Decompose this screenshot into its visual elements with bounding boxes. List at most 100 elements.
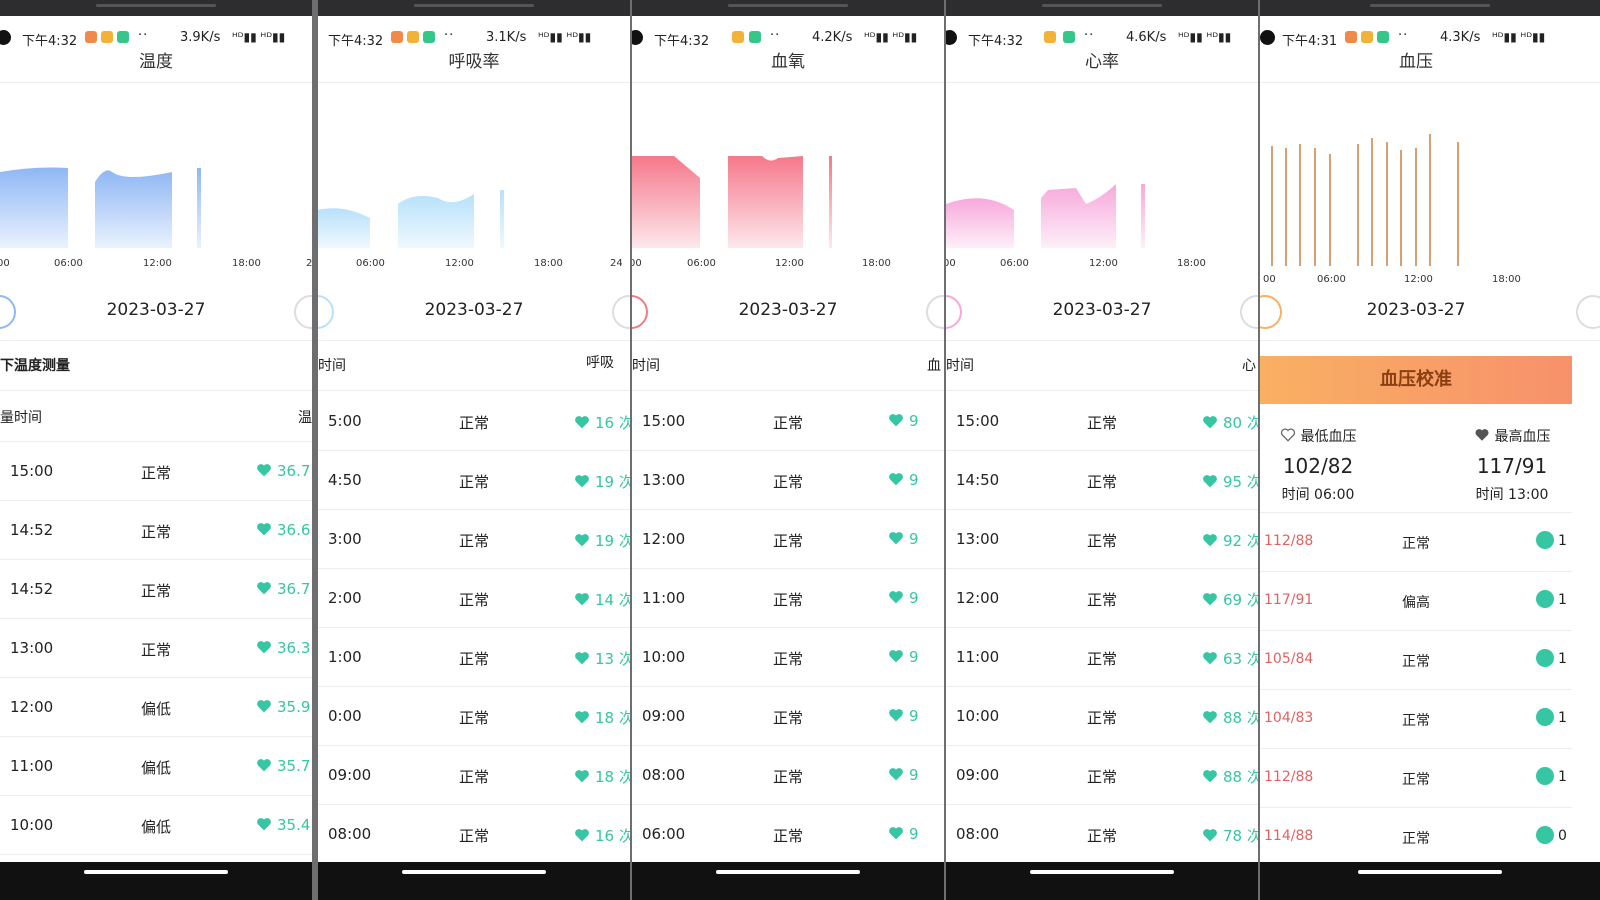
heart-icon xyxy=(575,416,589,429)
screen-temperature: 下午4:32 ·· 3.9K/s ᴴᴰ▮▮ ᴴᴰ▮▮ 温度 00 06:00 1… xyxy=(0,0,312,900)
notification-icon xyxy=(1044,31,1056,43)
table-row[interactable]: 10:00 正常 9 xyxy=(632,628,944,687)
table-row[interactable]: 12:00 正常 69 次 xyxy=(946,569,1258,628)
row-value: 80 次 xyxy=(1202,412,1258,433)
heart-icon xyxy=(257,700,271,713)
row-value-text: 18 次/ xyxy=(595,709,630,727)
row-value: 16 次/ xyxy=(574,412,630,433)
row-value: 9 xyxy=(888,766,919,784)
heart-icon xyxy=(257,523,271,536)
table-row[interactable]: 13:00 正常 92 次 xyxy=(946,510,1258,569)
table-row[interactable]: 09:00 正常 88 次 xyxy=(946,746,1258,805)
table-row[interactable]: 13:00 正常 36.3 xyxy=(0,619,312,678)
row-status: 正常 xyxy=(1402,831,1430,847)
divider xyxy=(318,82,630,83)
x-tick: 18:00 xyxy=(1492,274,1521,285)
row-tail: 1 xyxy=(1558,769,1567,785)
top-bezel xyxy=(0,0,312,16)
top-bezel xyxy=(632,0,944,16)
table-row[interactable]: 13:00 正常 9 xyxy=(632,451,944,510)
table-row[interactable]: 11:00 偏低 35.7 xyxy=(0,737,312,796)
table-row[interactable]: 114/88 正常 0 xyxy=(1260,808,1572,867)
table-row[interactable]: 12:00 偏低 35.9 xyxy=(0,678,312,737)
min-bp-label: 最低血压 xyxy=(1300,429,1357,445)
row-value: 36.7 xyxy=(256,462,310,480)
home-indicator[interactable] xyxy=(1030,870,1174,874)
table-row[interactable]: 09:00 正常 9 xyxy=(632,687,944,746)
heart-icon xyxy=(889,532,903,545)
row-value: 36.6 xyxy=(256,521,310,539)
row-value-text: 35.4 xyxy=(277,816,311,834)
signal-icon: ᴴᴰ▮▮ ᴴᴰ▮▮ xyxy=(538,30,592,44)
x-tick: 00 xyxy=(0,258,10,269)
x-tick: 06:00 xyxy=(356,258,385,269)
next-day-button[interactable] xyxy=(1576,295,1600,329)
column-header-time: 量时间 xyxy=(0,410,42,426)
table-row[interactable]: 08:00正常16 次/ xyxy=(318,805,630,864)
app-logo-icon xyxy=(632,30,643,45)
table-row[interactable]: 14:52 正常 36.6 xyxy=(0,501,312,560)
table-row[interactable]: 15:00 正常 36.7 xyxy=(0,442,312,501)
notification-icon xyxy=(1063,31,1075,43)
heart-icon xyxy=(575,829,589,842)
row-value-text: 95 次 xyxy=(1223,473,1258,491)
signal-icon: ᴴᴰ▮▮ ᴴᴰ▮▮ xyxy=(1492,30,1546,44)
x-tick: 18:00 xyxy=(534,258,563,269)
table-row[interactable]: 112/88 正常 1 xyxy=(1260,749,1572,808)
bp-calibration-button[interactable]: 血压校准 xyxy=(1260,356,1572,404)
blood-pressure-bar-chart xyxy=(1271,134,1459,266)
x-tick: 06:00 xyxy=(1317,274,1346,285)
table-row[interactable]: 11:00 正常 63 次 xyxy=(946,628,1258,687)
home-indicator[interactable] xyxy=(84,870,228,874)
table-row[interactable]: 2:00正常14 次/ xyxy=(318,569,630,628)
table-row[interactable]: 1:00正常13 次/ xyxy=(318,628,630,687)
divider xyxy=(632,82,944,83)
x-tick: 12:00 xyxy=(143,258,172,269)
x-tick: 24 xyxy=(306,258,312,269)
current-date: 2023-03-27 xyxy=(1052,300,1152,320)
status-bar: 下午4:32 ·· 4.2K/s ᴴᴰ▮▮ ᴴᴰ▮▮ xyxy=(632,28,944,49)
table-row[interactable]: 4:50正常19 次/ xyxy=(318,451,630,510)
table-row[interactable]: 14:52 正常 36.7 xyxy=(0,560,312,619)
table-row[interactable]: 104/83 正常 1 xyxy=(1260,690,1572,749)
date-selector: 2023-03-27 xyxy=(1260,295,1600,329)
table-row[interactable]: 06:00 正常 9 xyxy=(632,805,944,864)
table-row[interactable]: 12:00 正常 9 xyxy=(632,510,944,569)
row-value-text: 16 次/ xyxy=(595,827,630,845)
table-row[interactable]: 10:00 偏低 35.4 xyxy=(0,796,312,855)
home-indicator[interactable] xyxy=(402,870,546,874)
table-row[interactable]: 3:00正常19 次/ xyxy=(318,510,630,569)
table-row[interactable]: 117/91 偏高 1 xyxy=(1260,572,1572,631)
system-nav-bar xyxy=(1260,862,1600,900)
heart-icon xyxy=(575,652,589,665)
table-row[interactable]: 15:00 正常 80 次 xyxy=(946,392,1258,451)
table-row[interactable]: 08:00 正常 9 xyxy=(632,746,944,805)
heart-icon xyxy=(575,534,589,547)
row-value: 35.7 xyxy=(256,757,310,775)
table-row[interactable]: 10:00 正常 88 次 xyxy=(946,687,1258,746)
table-row[interactable]: 105/84 正常 1 xyxy=(1260,631,1572,690)
chart-area-segment xyxy=(728,156,803,248)
table-row[interactable]: 15:00 正常 9 xyxy=(632,392,944,451)
table-row[interactable]: 112/88 正常 1 xyxy=(1260,513,1572,572)
table-row[interactable]: 09:00正常18 次/ xyxy=(318,746,630,805)
x-tick: 12:00 xyxy=(445,258,474,269)
home-indicator[interactable] xyxy=(1358,870,1502,874)
row-value: 35.4 xyxy=(256,816,310,834)
table-row[interactable]: 11:00 正常 9 xyxy=(632,569,944,628)
chart-area-segment xyxy=(398,194,474,248)
row-value: 78 次 xyxy=(1202,825,1258,846)
row-value: 9 xyxy=(888,648,919,666)
heart-icon xyxy=(257,464,271,477)
table-row[interactable]: 5:00正常16 次/ xyxy=(318,392,630,451)
table-row[interactable]: 14:50 正常 95 次 xyxy=(946,451,1258,510)
table-row[interactable]: 0:00正常18 次/ xyxy=(318,687,630,746)
column-header-time: 时间 xyxy=(318,358,346,374)
heart-icon xyxy=(575,711,589,724)
row-value: 9 xyxy=(888,825,919,843)
more-dots: ·· xyxy=(770,28,781,43)
table-row[interactable]: 08:00 正常 78 次 xyxy=(946,805,1258,864)
home-indicator[interactable] xyxy=(716,870,860,874)
system-nav-bar xyxy=(632,862,944,900)
notification-icon xyxy=(732,31,744,43)
